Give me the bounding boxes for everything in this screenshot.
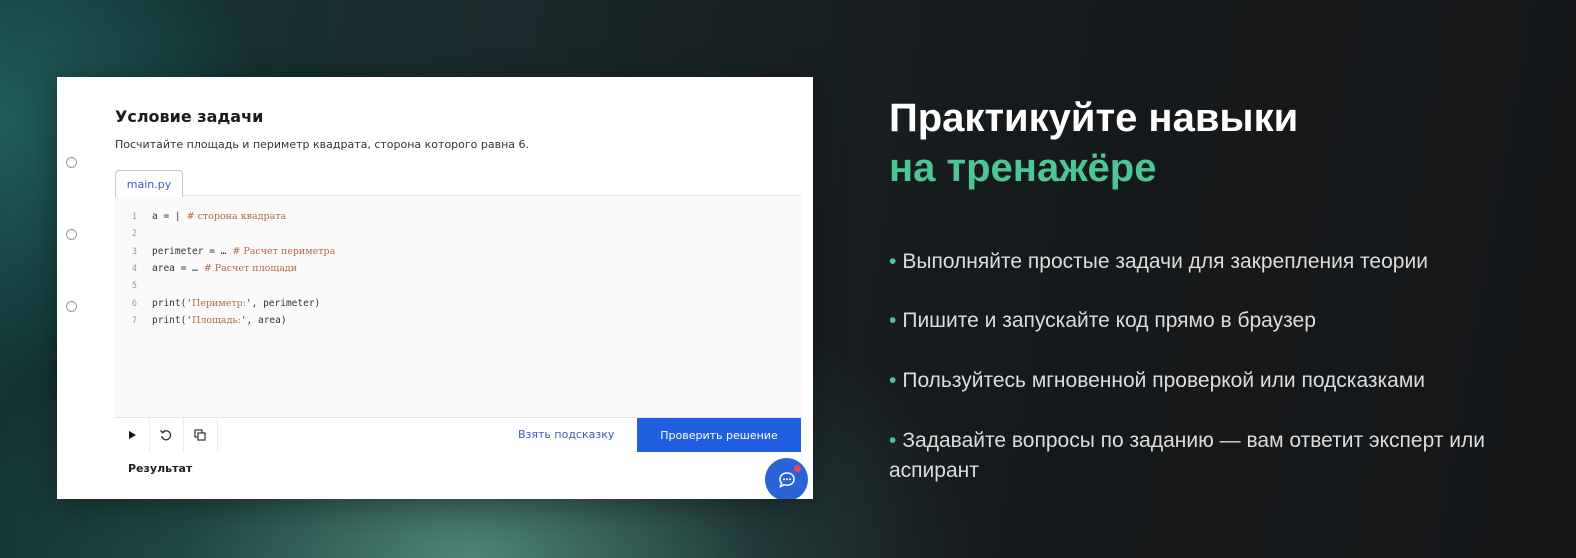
chat-button[interactable] bbox=[765, 458, 808, 499]
bullet-icon: • bbox=[889, 250, 897, 273]
code-line: 1 a = | # сторона квадрата bbox=[115, 208, 286, 225]
reset-icon bbox=[160, 430, 172, 441]
promo-heading-line2: на тренажёре bbox=[889, 146, 1157, 190]
task-title: Условие задачи bbox=[115, 107, 264, 126]
code-comment: # Расчет площади bbox=[203, 263, 298, 274]
copy-icon bbox=[194, 429, 206, 441]
chat-icon bbox=[778, 471, 795, 488]
line-number: 3 bbox=[131, 246, 137, 257]
code-text: print(' bbox=[152, 298, 193, 309]
feature-text: Выполняйте простые задачи для закреплени… bbox=[902, 250, 1428, 273]
bullet-icon: • bbox=[889, 429, 897, 452]
code-editor[interactable]: 1 a = | # сторона квадрата 2 3 perimeter… bbox=[115, 195, 801, 418]
tab-main-py[interactable]: main.py bbox=[115, 170, 183, 197]
hint-link[interactable]: Взять подсказку bbox=[518, 428, 614, 441]
code-line: 4 area = … # Расчет площади bbox=[115, 260, 297, 277]
editor-toolbar: Взять подсказку Проверить решение bbox=[115, 417, 801, 452]
code-string: Площадь: bbox=[192, 315, 241, 326]
code-line: 7 print(' Площадь: ', area) bbox=[115, 312, 287, 329]
result-label: Результат bbox=[128, 462, 193, 475]
code-line: 3 perimeter = … # Расчет периметра bbox=[115, 243, 335, 260]
feature-text: Задавайте вопросы по заданию — вам ответ… bbox=[889, 429, 1485, 482]
line-number: 4 bbox=[131, 263, 137, 274]
line-number: 5 bbox=[131, 280, 137, 291]
code-text: area = … bbox=[152, 263, 198, 274]
code-line: 5 bbox=[115, 277, 152, 294]
radio-option-2[interactable] bbox=[66, 229, 77, 240]
play-icon bbox=[129, 431, 136, 439]
promo-heading-line1: Практикуйте навыки bbox=[889, 96, 1299, 140]
feature-item: • Выполняйте простые задачи для закреплен… bbox=[889, 247, 1559, 277]
reset-button[interactable] bbox=[149, 418, 184, 452]
bullet-icon: • bbox=[889, 309, 897, 332]
code-text: ', perimeter) bbox=[245, 298, 321, 309]
radio-option-1[interactable] bbox=[66, 157, 77, 168]
code-string: Периметр: bbox=[192, 298, 246, 309]
code-comment: # Расчет периметра bbox=[232, 246, 336, 257]
code-comment: # сторона квадрата bbox=[186, 211, 287, 222]
line-number: 2 bbox=[131, 228, 137, 239]
task-description: Посчитайте площадь и периметр квадрата, … bbox=[115, 138, 530, 151]
code-line: 6 print(' Периметр: ', perimeter) bbox=[115, 295, 320, 312]
bullet-icon: • bbox=[889, 369, 897, 392]
feature-text: Пишите и запускайте код прямо в браузер bbox=[902, 309, 1316, 332]
trainer-screenshot: Условие задачи Посчитайте площадь и пери… bbox=[57, 77, 813, 499]
copy-button[interactable] bbox=[183, 418, 218, 452]
feature-text: Пользуйтесь мгновенной проверкой или под… bbox=[902, 369, 1426, 392]
code-text: print(' bbox=[152, 315, 193, 326]
code-text: perimeter = … bbox=[152, 246, 227, 257]
check-solution-button[interactable]: Проверить решение bbox=[637, 418, 801, 452]
feature-item: • Задавайте вопросы по заданию — вам отве… bbox=[889, 426, 1559, 486]
line-number: 1 bbox=[131, 211, 137, 222]
run-button[interactable] bbox=[115, 418, 150, 452]
line-number: 7 bbox=[131, 315, 137, 326]
code-text: a = | bbox=[152, 211, 181, 222]
notification-dot bbox=[794, 465, 801, 472]
line-number: 6 bbox=[131, 298, 137, 309]
code-text: ', area) bbox=[240, 315, 287, 326]
radio-option-3[interactable] bbox=[66, 301, 77, 312]
feature-item: • Пишите и запускайте код прямо в браузер bbox=[889, 306, 1559, 336]
code-line: 2 bbox=[115, 225, 152, 242]
feature-item: • Пользуйтесь мгновенной проверкой или по… bbox=[889, 366, 1559, 396]
